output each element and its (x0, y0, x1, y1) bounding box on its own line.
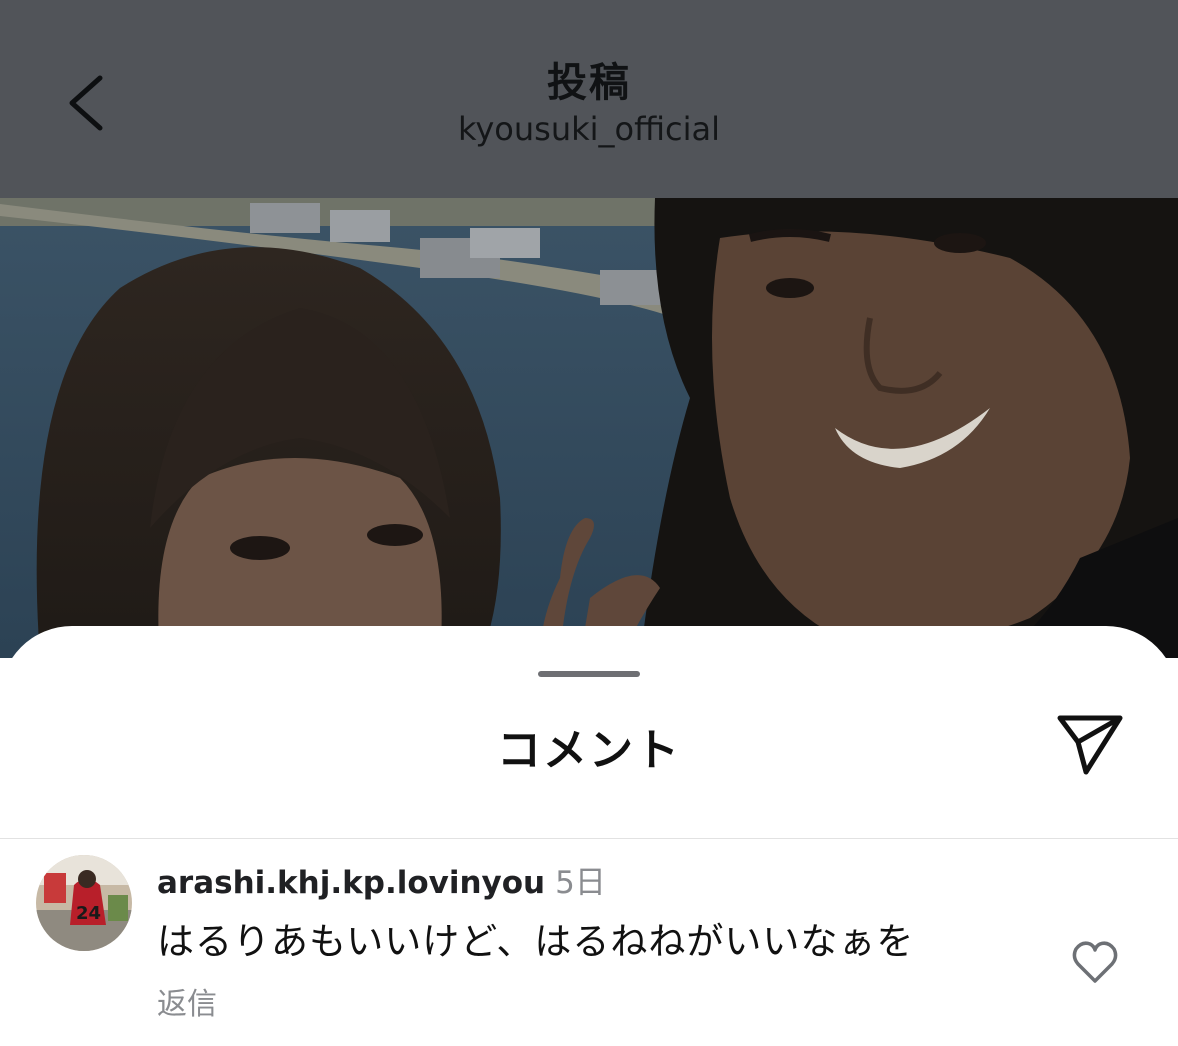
svg-text:24: 24 (76, 903, 101, 924)
post-comments-screen: 投稿 kyousuki_official コメント 24 arashi.khj.… (0, 0, 1178, 1046)
page-title: 投稿 (547, 60, 631, 106)
share-button[interactable] (1052, 708, 1128, 780)
comment-meta: arashi.khj.kp.lovinyou 5日 (157, 857, 606, 902)
account-username: kyousuki_official (457, 110, 721, 148)
post-photo (0, 198, 1178, 658)
like-button[interactable] (1070, 937, 1120, 987)
avatar[interactable]: 24 (36, 855, 132, 951)
comments-title: コメント (497, 725, 681, 776)
comment-timestamp: 5日 (555, 865, 606, 901)
comment-username[interactable]: arashi.khj.kp.lovinyou (157, 865, 545, 901)
top-nav-bar: 投稿 kyousuki_official (0, 0, 1178, 198)
heart-icon (1072, 941, 1118, 983)
sheet-drag-handle[interactable] (538, 671, 640, 677)
comments-sheet: コメント 24 arashi.khj.kp.lovinyou 5日 はるりあもい… (0, 626, 1178, 1046)
comment-text: はるりあもいいけど、はるねねがいいなぁを (157, 920, 915, 963)
comment-item: 24 arashi.khj.kp.lovinyou 5日 はるりあもいいけど、はる… (0, 839, 1178, 1046)
reply-button[interactable]: 返信 (157, 979, 217, 1023)
send-icon (1057, 715, 1123, 775)
